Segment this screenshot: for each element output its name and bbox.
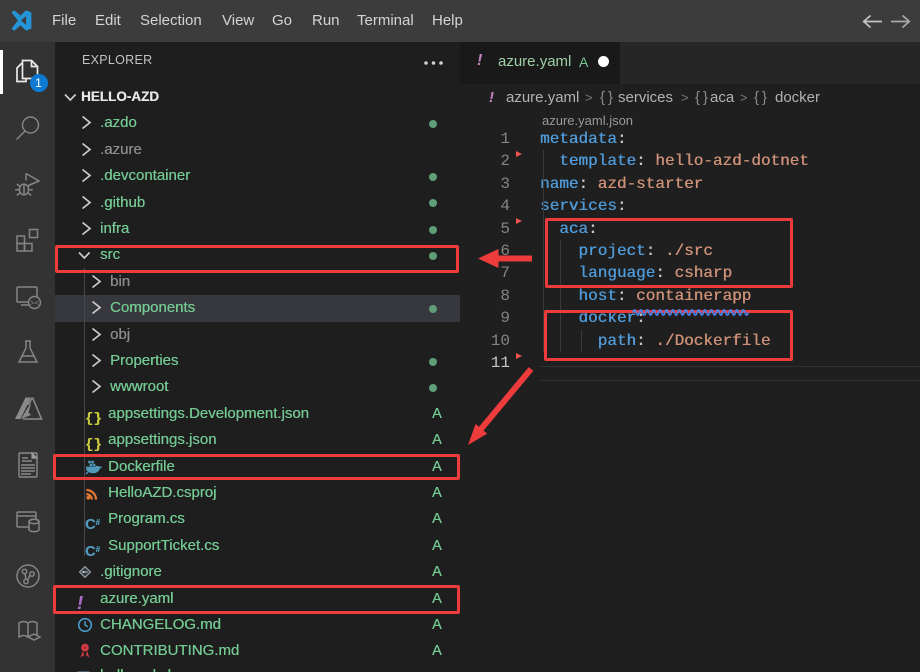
- svg-text:><: ><: [30, 300, 40, 309]
